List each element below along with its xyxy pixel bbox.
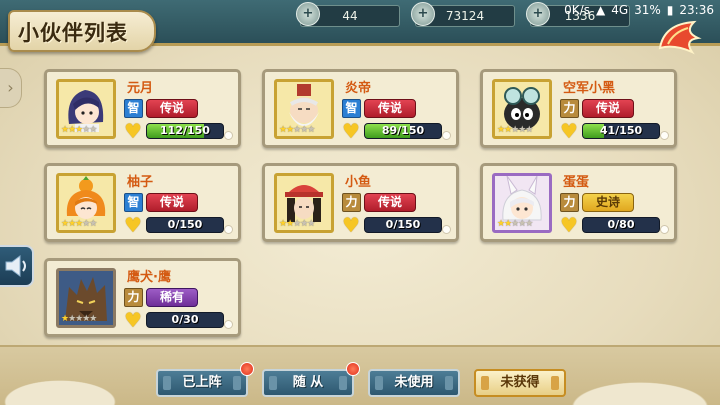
signal-icon: ▲ [595,3,606,17]
battery-level: 31% [634,3,661,17]
heart-shard-icon: ♥ [560,119,578,143]
goggle-pilot-portrait-icon: ★★★★★ [492,79,552,139]
tab-followers[interactable]: 随 从 [262,362,360,397]
companion-name: 鹰犬·鹰 [127,270,171,285]
announcement-horn-icon[interactable] [0,245,34,287]
coin-icon[interactable]: + [411,2,435,26]
star-rating: ★★★★★ [497,125,533,135]
clock: 23:36 [679,3,714,17]
companion-card[interactable]: ★★★★★ 柚子 智 传说 ♥ 0/150 [44,163,241,242]
notification-dot [240,362,254,376]
tab-label: 已上阵 [182,375,222,390]
rarity-badge: 传说 [582,99,634,118]
side-expand-arrow[interactable]: › [0,68,22,108]
attribute-badge: 力 [124,288,143,307]
ninja-girl-portrait-icon: ★★★★★ [56,79,116,139]
bottom-cloud-decor [0,345,720,405]
companion-card[interactable]: ★★★★★ 小鱼 力 传说 ♥ 0/150 [262,163,459,242]
system-status-bar: 0K/s ▲ 4G 31% ▮ 23:36 [564,3,714,17]
bunny-girl-portrait-icon: ★★★★★ [492,173,552,233]
companion-card[interactable]: ★★★★★ 蛋蛋 力 史诗 ♥ 0/80 [480,163,677,242]
companion-name: 小鱼 [345,175,372,190]
companion-name: 元月 [127,81,154,96]
shard-progress-bar: 89/150 [364,123,442,139]
attribute-badge: 力 [560,193,579,212]
shard-progress-bar: 0/150 [146,217,224,233]
companion-card[interactable]: ★★★★★ 空军小黑 力 传说 ♥ 41/150 [480,69,677,148]
progress-text: 41/150 [599,124,643,137]
rarity-badge: 传说 [146,193,198,212]
rarity-badge: 史诗 [582,193,634,212]
stamina-icon[interactable]: + [296,2,320,26]
attribute-badge: 力 [560,99,579,118]
progress-text: 0/30 [171,313,199,326]
tab-label: 未获得 [500,375,540,390]
heart-shard-icon: ♥ [124,308,142,332]
attribute-badge: 力 [342,193,361,212]
page-title: 小伙伴列表 [18,21,128,45]
star-rating: ★★★★★ [497,219,533,229]
attribute-badge: 智 [124,99,143,118]
wolf-beast-portrait-icon: ★★★★★ [56,268,116,328]
star-rating: ★★★★★ [61,314,97,324]
shard-progress-bar: 41/150 [582,123,660,139]
stamina-value: 44 [342,9,358,23]
companion-name: 炎帝 [345,81,372,96]
companion-card[interactable]: ★★★★★ 鹰犬·鹰 力 稀有 ♥ 0/30 [44,258,241,337]
shard-progress-bar: 0/80 [582,217,660,233]
progress-text: 112/150 [160,124,210,137]
heart-shard-icon: ♥ [342,213,360,237]
heart-shard-icon: ♥ [124,213,142,237]
network-type: 4G [611,3,629,17]
attribute-badge: 智 [342,99,361,118]
companion-card[interactable]: ★★★★★ 炎帝 智 传说 ♥ 89/150 [262,69,459,148]
heart-shard-icon: ♥ [560,213,578,237]
progress-text: 0/150 [385,218,421,231]
progress-text: 89/150 [381,124,425,137]
progress-text: 0/80 [607,218,635,231]
companion-name: 柚子 [127,175,154,190]
gem-icon[interactable]: + [526,2,550,26]
rarity-badge: 传说 [364,99,416,118]
tab-unused[interactable]: 未使用 [368,369,460,397]
star-rating: ★★★★★ [279,125,315,135]
star-rating: ★★★★★ [279,219,315,229]
old-sage-portrait-icon: ★★★★★ [274,79,334,139]
star-rating: ★★★★★ [61,125,97,135]
orange-girl-portrait-icon: ★★★★★ [56,173,116,233]
shard-progress-bar: 0/30 [146,312,224,328]
hat-boy-portrait-icon: ★★★★★ [274,173,334,233]
tab-deployed[interactable]: 已上阵 [156,362,254,397]
rarity-badge: 传说 [364,193,416,212]
shard-progress-bar: 112/150 [146,123,224,139]
heart-shard-icon: ♥ [342,119,360,143]
star-rating: ★★★★★ [61,219,97,229]
tab-label: 随 从 [292,375,324,390]
progress-text: 0/150 [167,218,203,231]
companion-card[interactable]: ★★★★★ 元月 智 传说 ♥ 112/150 [44,69,241,148]
rarity-badge: 传说 [146,99,198,118]
tab-label: 未使用 [394,375,434,390]
battery-icon: ▮ [666,3,674,17]
attribute-badge: 智 [124,193,143,212]
companion-name: 蛋蛋 [563,175,590,190]
companion-name: 空军小黑 [563,81,616,96]
tab-not-obtained[interactable]: 未获得 [474,369,566,397]
shard-progress-bar: 0/150 [364,217,442,233]
back-fan-icon[interactable] [654,18,704,56]
coin-value: 73124 [445,9,485,23]
notification-dot [346,362,360,376]
rarity-badge: 稀有 [146,288,198,307]
heart-shard-icon: ♥ [124,119,142,143]
network-speed: 0K/s [564,3,590,17]
